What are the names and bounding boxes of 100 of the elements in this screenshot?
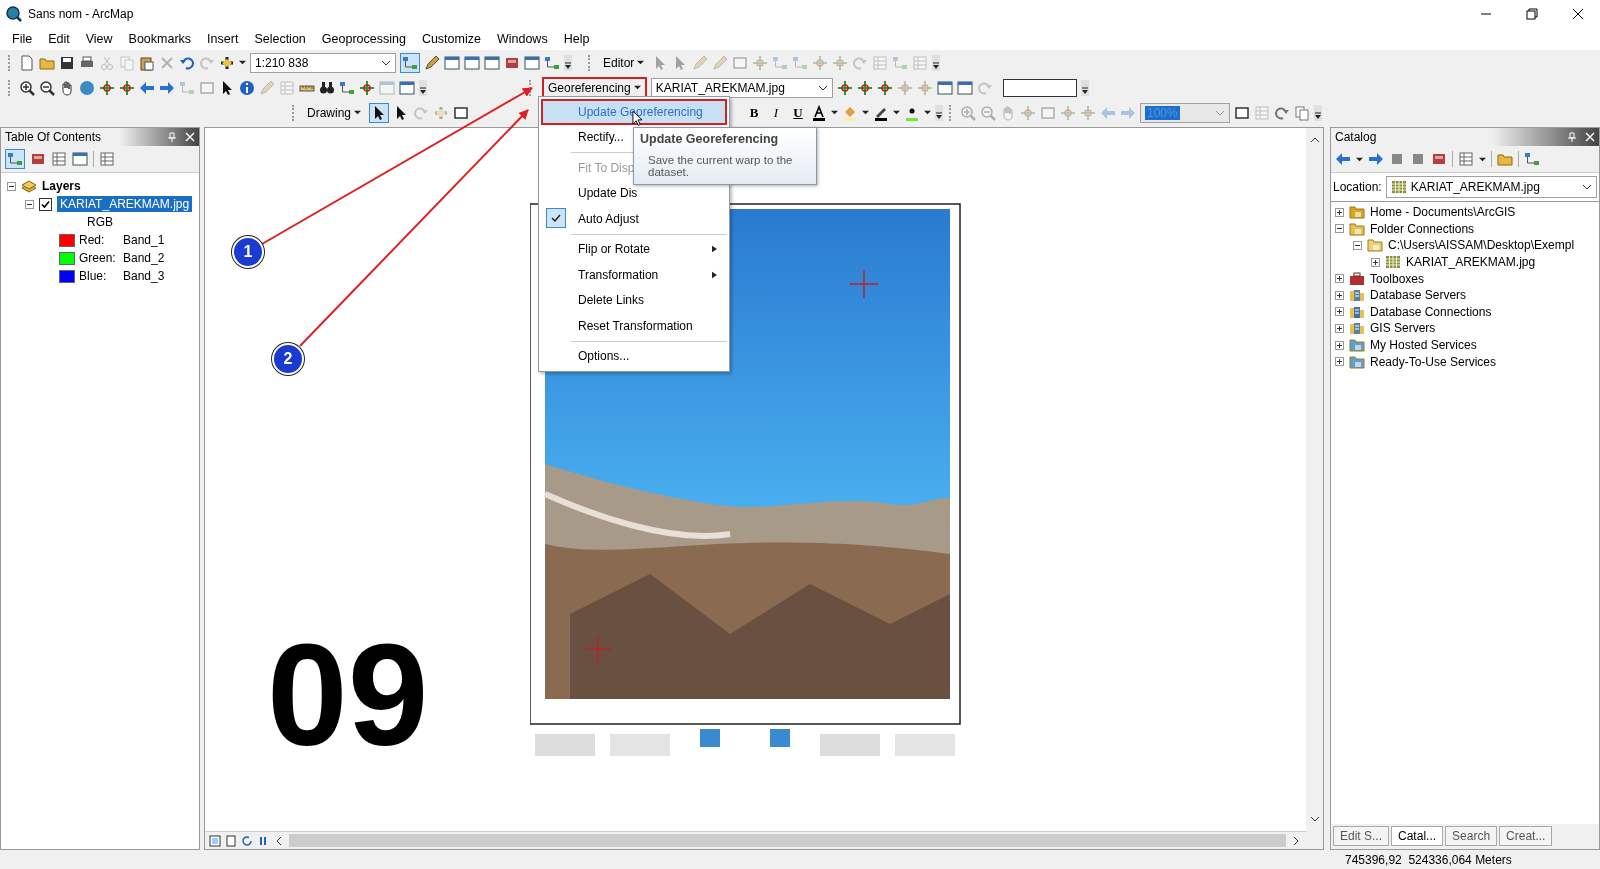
menu-item[interactable]: Geoprocessing [313,32,414,46]
menu-item[interactable]: Edit [40,32,78,46]
pin-icon[interactable] [167,132,177,142]
caret-icon[interactable] [831,109,838,116]
pin-icon[interactable] [1567,132,1577,142]
expand-icon[interactable] [1335,307,1344,317]
overflow-icon[interactable] [932,54,941,71]
close-icon[interactable] [1572,8,1584,20]
menu-item[interactable]: Windows [488,32,556,46]
overflow-icon[interactable] [564,54,572,71]
drawing-dropdown[interactable]: Drawing [303,103,365,122]
node-icon[interactable] [772,54,789,71]
menu-item[interactable]: Delete Links [541,287,727,313]
format-button[interactable]: I [767,104,785,121]
caret-icon[interactable] [862,109,869,116]
expand-icon[interactable] [1335,323,1344,333]
crosshair-icon[interactable] [119,79,135,96]
caret-icon[interactable] [354,109,361,116]
rectangle-icon[interactable] [1234,104,1250,121]
panel-tab[interactable]: Catal... [1391,826,1444,846]
crosshair-icon[interactable] [359,79,375,96]
overflow-icon[interactable] [935,104,943,121]
tree-item[interactable]: Database Servers [1370,288,1467,303]
info-icon[interactable] [239,79,255,96]
panel-tab[interactable]: Edit S... [1333,826,1390,846]
zoom-in-icon[interactable] [19,79,35,96]
window-icon[interactable] [956,79,973,96]
menu-item[interactable]: Options... [541,343,727,369]
window-icon[interactable] [524,54,540,71]
menu-item[interactable]: Help [555,32,598,46]
window-icon[interactable] [399,79,415,96]
globe-icon[interactable] [79,79,95,96]
pause-icon[interactable] [257,834,269,847]
database-icon[interactable] [30,151,46,167]
overflow-icon[interactable] [1080,79,1089,96]
node-icon[interactable] [892,54,909,71]
expand-icon[interactable] [1335,274,1344,284]
panel-tab[interactable]: Creat... [1499,826,1553,846]
refresh-icon[interactable] [241,834,253,847]
node-icon[interactable] [7,151,23,167]
node-icon[interactable] [179,79,195,96]
menu-item[interactable]: Update Georeferencing [541,99,727,125]
table-icon[interactable] [51,151,67,167]
vertical-scrollbar[interactable] [1306,128,1323,849]
overflow-icon[interactable] [419,79,427,96]
caret-icon[interactable] [1356,155,1363,163]
tree-item[interactable]: KARIAT_AREKMAM.jpg [57,196,193,212]
window-icon[interactable] [464,54,480,71]
menu-item[interactable]: View [77,32,121,46]
expand-icon[interactable] [1335,357,1344,367]
layer-dropdown[interactable]: KARIAT_AREKMAM.jpg [650,77,833,98]
tree-item[interactable]: GIS Servers [1370,321,1436,336]
caret-icon[interactable] [239,59,246,66]
node-icon[interactable] [792,54,809,71]
hand-icon[interactable] [59,79,75,96]
expand-icon[interactable] [1335,290,1344,300]
editor-dropdown[interactable]: Editor [599,53,649,72]
restore-icon[interactable] [1526,8,1538,20]
undo-icon[interactable] [179,54,195,71]
list-icon[interactable] [99,151,115,167]
expand-icon[interactable] [1371,257,1380,267]
menu-item[interactable]: Flip or Rotate [541,236,727,262]
node-icon[interactable] [544,54,560,71]
plus-icon[interactable] [219,54,235,71]
page-icon[interactable] [225,834,237,847]
caret-icon[interactable] [924,109,931,116]
window-icon[interactable] [72,151,88,167]
menu-item[interactable]: Auto Adjust [541,206,727,232]
crosshair-icon[interactable] [876,79,893,96]
left-arrow-icon[interactable] [1335,151,1351,167]
window-icon[interactable] [444,54,460,71]
blank-page-icon[interactable] [19,54,35,71]
binoculars-icon[interactable] [319,79,335,96]
tree-item[interactable]: C:\Users\AISSAM\Desktop\Exempl [1388,238,1575,253]
caret-icon[interactable] [637,59,645,66]
collapse-icon[interactable] [1353,241,1362,250]
crosshair-icon[interactable] [856,79,873,96]
expand-icon[interactable] [1335,340,1344,350]
horizontal-scrollbar[interactable] [289,834,1286,847]
window-icon[interactable] [484,54,500,71]
format-button[interactable]: U [789,104,807,121]
scale-dropdown[interactable]: 1:210 838 [250,52,396,73]
checkbox[interactable] [39,197,52,211]
tree-item[interactable]: Folder Connections [1370,221,1475,236]
tree-item[interactable]: Toolboxes [1370,271,1425,286]
tree-item[interactable]: Database Connections [1370,304,1492,319]
database-icon[interactable] [1431,151,1447,167]
tree-item[interactable]: KARIAT_AREKMAM.jpg [1406,255,1536,270]
pencil-icon[interactable] [424,54,440,71]
menu-item[interactable]: Selection [246,32,314,46]
caret-icon[interactable] [633,84,641,91]
menu-item[interactable]: Reset Transformation [541,313,727,339]
menu-item[interactable]: Customize [413,32,489,46]
menu-item[interactable]: Update Dis [541,180,727,206]
expand-icon[interactable] [1335,207,1344,217]
format-button[interactable]: B [745,104,763,121]
menu-item[interactable]: Transformation [541,262,727,288]
collapse-icon[interactable] [1335,224,1344,234]
tree-item[interactable]: Home - Documents\ArcGIS [1370,205,1516,220]
collapse-icon[interactable] [7,181,16,191]
